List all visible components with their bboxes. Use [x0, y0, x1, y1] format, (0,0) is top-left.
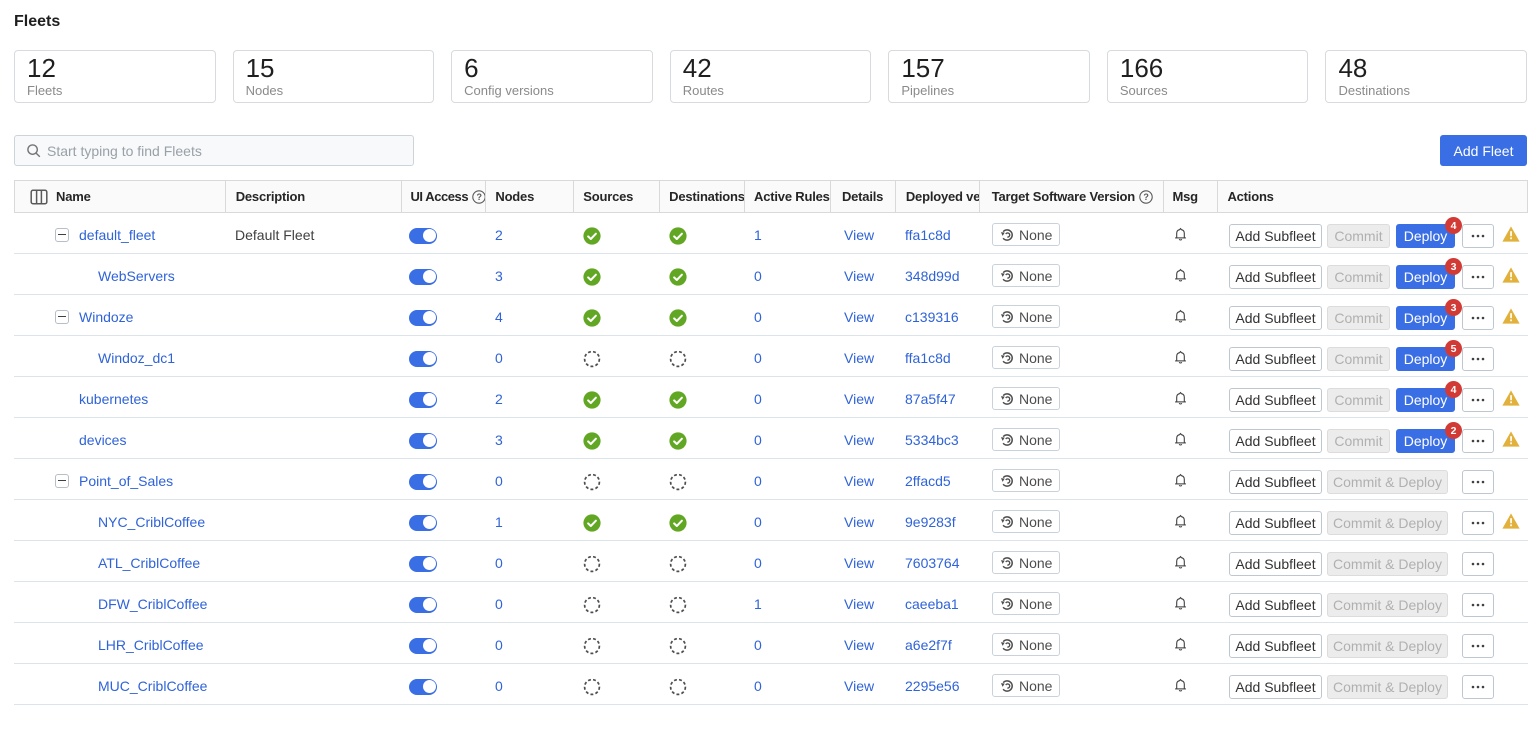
- svg-text:?: ?: [1143, 192, 1148, 202]
- svg-text:?: ?: [477, 192, 482, 202]
